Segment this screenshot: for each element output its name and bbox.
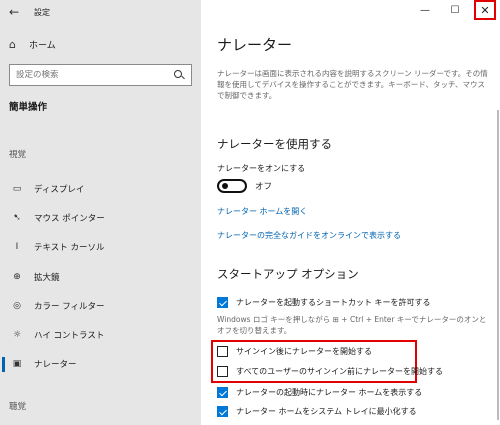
checkbox-label: すべてのユーザーのサインイン前にナレーターを開始する <box>236 367 443 376</box>
minimize-button[interactable]: — <box>410 0 440 20</box>
sidebar: ← 設定 ⌂ ホーム 簡単操作 視覚 ▭ ディスプレイ ➷ マウス ポインター … <box>0 0 201 425</box>
sidebar-item-display[interactable]: ▭ ディスプレイ <box>0 174 201 203</box>
narrator-guide-link[interactable]: ナレーターの完全なガイドをオンラインで表示する <box>217 230 401 241</box>
sidebar-item-magnifier[interactable]: ⊕ 拡大鏡 <box>0 262 201 291</box>
section-title: 簡単操作 <box>9 102 48 113</box>
maximize-button[interactable]: ☐ <box>440 0 470 20</box>
sidebar-item-label: ディスプレイ <box>34 184 85 195</box>
startup-options-header: スタートアップ オプション <box>217 267 359 281</box>
home-link[interactable]: ⌂ ホーム <box>9 38 56 51</box>
search-icon[interactable] <box>173 69 185 81</box>
sidebar-item-narrator[interactable]: ▣ ナレーター <box>0 350 201 379</box>
checkbox-label: サインイン後にナレーターを開始する <box>236 347 372 356</box>
sidebar-item-high-contrast[interactable]: ☼ ハイ コントラスト <box>0 320 201 349</box>
sidebar-item-label: テキスト カーソル <box>34 243 105 254</box>
app-title: 設定 <box>34 7 50 17</box>
minimize-tray-checkbox[interactable] <box>217 406 228 417</box>
window-controls: — ☐ ✕ <box>410 0 500 20</box>
close-button[interactable]: ✕ <box>474 0 496 20</box>
toggle-label: ナレーターをオンにする <box>217 164 306 173</box>
start-after-signin-checkbox[interactable] <box>217 346 228 357</box>
checkbox-label: ナレーターの起動時にナレーター ホームを表示する <box>236 388 423 397</box>
narrator-toggle[interactable]: オフ <box>217 179 272 193</box>
toggle-state: オフ <box>255 182 273 192</box>
use-narrator-header: ナレーターを使用する <box>217 137 332 151</box>
sidebar-item-label: カラー フィルター <box>34 301 105 312</box>
sidebar-item-label: ハイ コントラスト <box>34 331 105 342</box>
home-label: ホーム <box>29 41 56 51</box>
magnifier-icon: ⊕ <box>13 271 21 282</box>
toggle-switch[interactable] <box>217 179 247 193</box>
minimize-tray-row[interactable]: ナレーター ホームをシステム トレイに最小化する <box>217 406 417 417</box>
shortcut-key-checkbox-row[interactable]: ナレーターを起動するショートカット キーを許可する <box>217 297 431 308</box>
sidebar-item-label: マウス ポインター <box>34 213 105 224</box>
page-title: ナレーター <box>217 36 293 54</box>
search-input[interactable] <box>16 70 166 80</box>
checkbox-label: ナレーターを起動するショートカット キーを許可する <box>236 298 431 307</box>
main-panel: — ☐ ✕ ナレーター ナレーターは画面に表示される内容を説明するスクリーン リ… <box>201 0 500 425</box>
color-filter-icon: ◎ <box>13 300 21 311</box>
sidebar-nav: ▭ ディスプレイ ➷ マウス ポインター I テキスト カーソル ⊕ 拡大鏡 ◎… <box>0 174 201 379</box>
display-icon: ▭ <box>12 183 22 194</box>
start-after-signin-row[interactable]: サインイン後にナレーターを開始する <box>217 346 372 357</box>
sidebar-item-mouse-pointer[interactable]: ➷ マウス ポインター <box>0 203 201 232</box>
checkbox-label: ナレーター ホームをシステム トレイに最小化する <box>236 407 417 416</box>
audio-header: 聴覚 <box>9 402 27 412</box>
sidebar-item-color-filter[interactable]: ◎ カラー フィルター <box>0 291 201 320</box>
start-before-signin-row[interactable]: すべてのユーザーのサインイン前にナレーターを開始する <box>217 366 443 377</box>
sidebar-item-label: ナレーター <box>34 360 77 371</box>
narrator-description: ナレーターは画面に表示される内容を説明するスクリーン リーダーです。その情報を使… <box>217 69 488 100</box>
back-button[interactable]: ← <box>0 0 28 24</box>
high-contrast-icon: ☼ <box>12 330 22 341</box>
shortcut-note: Windows ロゴ キーを押しながら ⊞ + Ctrl + Enter キーで… <box>217 315 487 335</box>
shortcut-key-checkbox[interactable] <box>217 297 228 308</box>
sidebar-item-text-cursor[interactable]: I テキスト カーソル <box>0 233 201 262</box>
sidebar-item-label: 拡大鏡 <box>34 272 60 283</box>
open-narrator-home-link[interactable]: ナレーター ホームを開く <box>217 206 307 217</box>
mouse-pointer-icon: ➷ <box>13 212 21 223</box>
search-box[interactable] <box>9 64 192 86</box>
show-home-checkbox[interactable] <box>217 387 228 398</box>
home-icon: ⌂ <box>9 38 16 51</box>
text-cursor-icon: I <box>15 242 19 253</box>
start-before-signin-checkbox[interactable] <box>217 366 228 377</box>
titlebar-left: ← 設定 <box>0 0 201 24</box>
vision-header: 視覚 <box>9 150 27 160</box>
show-home-row[interactable]: ナレーターの起動時にナレーター ホームを表示する <box>217 387 422 398</box>
narrator-icon: ▣ <box>12 359 22 370</box>
scrollbar[interactable] <box>497 110 499 420</box>
